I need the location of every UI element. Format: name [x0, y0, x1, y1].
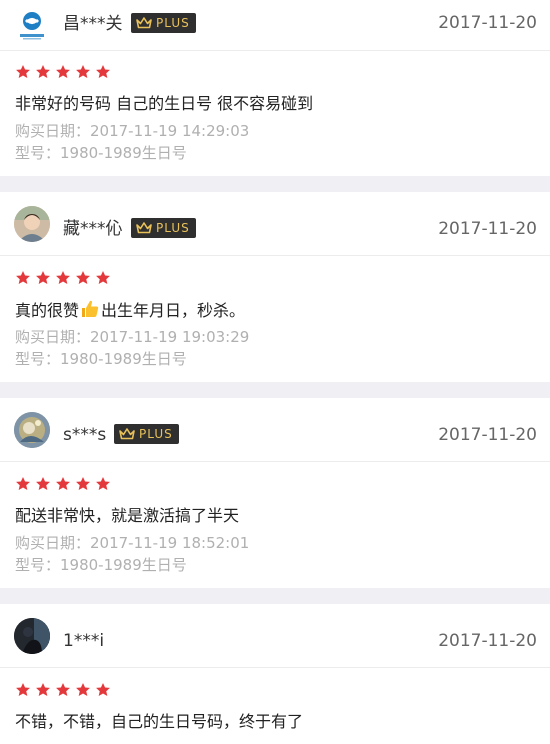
- plus-badge: PLUS: [131, 218, 196, 238]
- star-icon: [96, 477, 110, 490]
- star-icon: [16, 683, 30, 696]
- review-comment: 真的很赞 出生年月日，秒杀。: [15, 299, 245, 322]
- star-icon: [16, 477, 30, 490]
- person-photo-avatar[interactable]: [14, 206, 50, 242]
- star-rating: [15, 476, 111, 492]
- review-card: s***s PLUS 2017-11-20 配送非常快，就是激活搞了半天 购买日…: [0, 398, 550, 588]
- review-header: 藏***伈 PLUS 2017-11-20: [0, 192, 550, 256]
- username: s***s: [63, 425, 107, 445]
- product-model: 型号：1980-1989生日号: [15, 350, 187, 368]
- star-icon: [76, 271, 90, 284]
- star-icon: [56, 65, 70, 78]
- crown-icon: [136, 17, 152, 29]
- anime-art-avatar[interactable]: [14, 412, 50, 448]
- username: 昌***关: [63, 14, 123, 34]
- star-rating: [15, 682, 111, 698]
- star-icon: [96, 683, 110, 696]
- star-icon: [36, 271, 50, 284]
- username: 藏***伈: [63, 219, 123, 239]
- review-comment: 非常好的号码 自己的生日号 很不容易碰到: [15, 94, 314, 113]
- username: 1***i: [63, 631, 105, 651]
- star-icon: [36, 65, 50, 78]
- review-card: 藏***伈 PLUS 2017-11-20 真的很赞 出生年月日，秒杀。 购买日…: [0, 192, 550, 382]
- comment-text: 真的很赞: [15, 301, 80, 320]
- purchase-date: 购买日期：2017-11-19 14:29:03: [15, 122, 250, 140]
- purchase-date: 购买日期：2017-11-19 19:03:29: [15, 328, 250, 346]
- star-icon: [76, 65, 90, 78]
- review-card: 1***i 2017-11-20 不错，不错，自己的生日号码，终于有了: [0, 604, 550, 744]
- plus-badge: PLUS: [131, 13, 196, 33]
- thumbs-up-icon: [82, 300, 99, 317]
- review-date: 2017-11-20: [438, 425, 537, 445]
- product-model: 型号：1980-1989生日号: [15, 556, 187, 574]
- star-icon: [96, 271, 110, 284]
- star-icon: [76, 683, 90, 696]
- star-icon: [36, 683, 50, 696]
- review-list: 昌***关 PLUS 2017-11-20 非常好的号码 自己的生日号 很不容易…: [0, 0, 550, 744]
- star-rating: [15, 270, 111, 286]
- plus-label: PLUS: [156, 16, 190, 30]
- purchase-date: 购买日期：2017-11-19 18:52:01: [15, 534, 250, 552]
- product-model: 型号：1980-1989生日号: [15, 144, 187, 162]
- star-icon: [16, 271, 30, 284]
- crown-icon: [119, 428, 135, 440]
- comment-text: 出生年月日，秒杀。: [101, 301, 246, 320]
- star-icon: [56, 271, 70, 284]
- review-date: 2017-11-20: [438, 219, 537, 239]
- review-header: 1***i 2017-11-20: [0, 604, 550, 668]
- star-icon: [16, 65, 30, 78]
- star-icon: [76, 477, 90, 490]
- china-mobile-logo-avatar[interactable]: [14, 7, 50, 43]
- plus-badge: PLUS: [114, 424, 179, 444]
- review-date: 2017-11-20: [438, 631, 537, 651]
- review-header: s***s PLUS 2017-11-20: [0, 398, 550, 462]
- review-header: 昌***关 PLUS 2017-11-20: [0, 0, 550, 51]
- review-comment: 不错，不错，自己的生日号码，终于有了: [15, 712, 304, 731]
- star-icon: [96, 65, 110, 78]
- review-date: 2017-11-20: [438, 13, 537, 33]
- review-comment: 配送非常快，就是激活搞了半天: [15, 506, 240, 525]
- review-card: 昌***关 PLUS 2017-11-20 非常好的号码 自己的生日号 很不容易…: [0, 0, 550, 176]
- plus-label: PLUS: [156, 221, 190, 235]
- star-rating: [15, 64, 111, 80]
- star-icon: [36, 477, 50, 490]
- dark-photo-avatar[interactable]: [14, 618, 50, 654]
- plus-label: PLUS: [139, 427, 173, 441]
- crown-icon: [136, 222, 152, 234]
- star-icon: [56, 477, 70, 490]
- star-icon: [56, 683, 70, 696]
